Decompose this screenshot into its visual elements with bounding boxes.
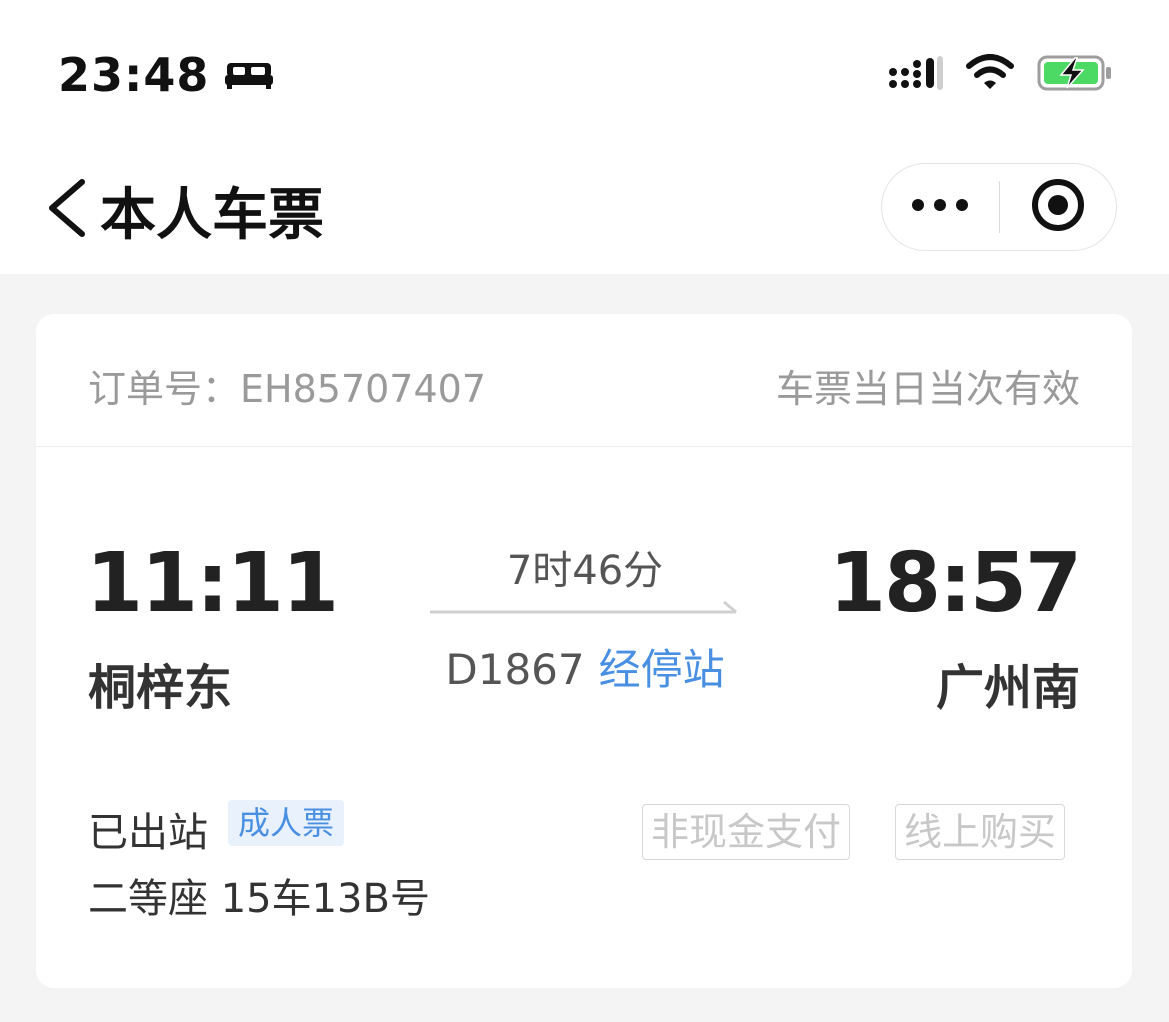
departure-time: 11:11 (86, 536, 339, 631)
travel-duration: 7时46分 (506, 548, 664, 594)
train-number: D1867 (445, 645, 585, 694)
route-arrow-icon (430, 598, 740, 622)
departure-station: 桐梓东 (88, 660, 233, 716)
more-dots-icon (910, 197, 970, 217)
ticket-type-badge: 成人票 (228, 800, 345, 846)
stops-link[interactable]: 经停站 (599, 645, 725, 694)
close-button[interactable] (1000, 164, 1117, 250)
purchase-tag: 线上购买 (895, 804, 1066, 860)
status-bar: 23:48 (0, 0, 1169, 140)
ticket-card: 订单号：EH85707407 车票当日当次有效 11:11 桐梓东 7时46分 … (36, 314, 1132, 988)
status-icons (887, 54, 1113, 96)
seat-info: 二等座 15车13B号 (88, 876, 430, 922)
bed-icon (225, 59, 274, 91)
arrival-time: 18:57 (828, 536, 1082, 631)
validity-note: 车票当日当次有效 (775, 367, 1080, 411)
status-time: 23:48 (58, 48, 274, 102)
signal-icon (887, 54, 943, 96)
target-close-icon (1030, 177, 1086, 237)
order-number: 订单号：EH85707407 (88, 367, 486, 411)
ticket-card-header: 订单号：EH85707407 车票当日当次有效 (36, 314, 1132, 447)
clock-text: 23:48 (58, 48, 210, 102)
payment-tag: 非现金支付 (642, 804, 851, 860)
mini-program-capsule (881, 163, 1117, 251)
battery-charging-icon (1037, 54, 1113, 96)
arrival-station: 广州南 (935, 660, 1080, 716)
wifi-icon (965, 54, 1015, 96)
more-button[interactable] (882, 164, 999, 250)
page-title: 本人车票 (100, 183, 324, 248)
exit-status: 已出站 (88, 810, 208, 856)
chevron-left-icon[interactable] (44, 178, 88, 242)
train-info: D1867 经停站 (430, 636, 740, 697)
